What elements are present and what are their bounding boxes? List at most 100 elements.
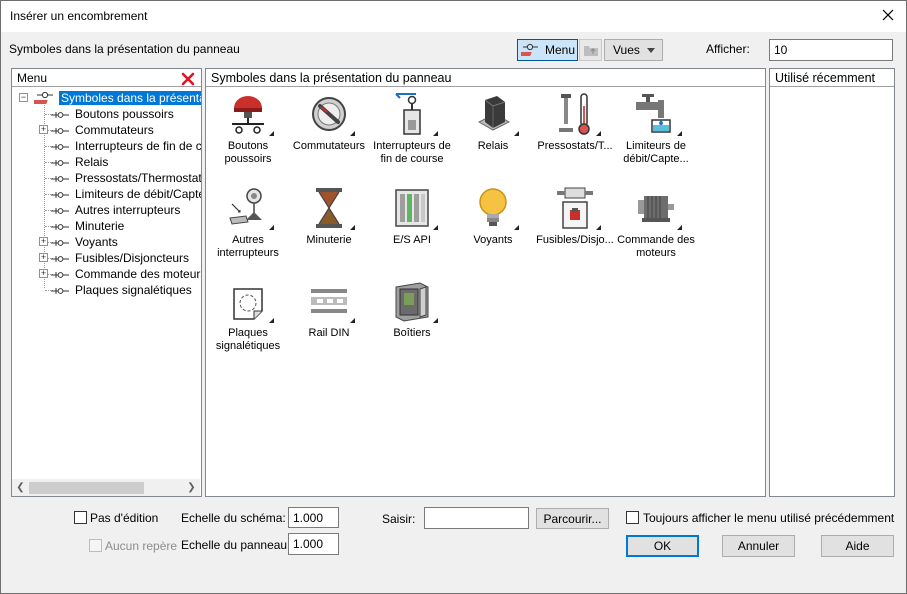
close-window-button[interactable] [878,4,898,26]
symbol-tile-label: Relais [477,140,509,152]
symbol-node-icon [50,237,70,247]
symbol-tile[interactable]: Minuterie [287,186,371,247]
tree-item[interactable]: Voyants [50,234,120,250]
symbols-panel-header: Symboles dans la présentation du panneau [206,69,765,87]
tree-item[interactable]: Interrupteurs de fin de cour [50,138,201,154]
symbol-tile-label: Boîtiers [393,327,431,339]
tree-item[interactable]: Autres interrupteurs [50,202,182,218]
symbol-tile[interactable]: Boutons poussoirs [206,92,290,166]
title-bar: Insérer un encombrement [1,1,906,32]
tree-item[interactable]: Minuterie [50,218,126,234]
tree-item[interactable]: Pressostats/Thermostats [50,170,201,186]
tree-item-label: Autres interrupteurs [75,203,181,217]
collapse-minus-icon[interactable]: − [19,93,28,102]
schema-scale-input[interactable]: 1.000 [288,507,339,528]
menu-button[interactable]: Menu [517,39,578,61]
tree-item-label: Boutons poussoirs [75,107,174,121]
tree-item-label: Relais [75,155,109,169]
symbol-tile[interactable]: E/S API [370,186,454,247]
close-icon [181,72,195,86]
symbol-node-icon [50,125,70,135]
symbol-node-icon [50,221,70,231]
no-marker-checkbox[interactable] [89,539,102,552]
tree-item[interactable]: Plaques signalétiques [50,282,194,298]
submenu-corner-icon [514,225,519,230]
hourglass-icon [307,186,355,230]
tree-item-label: Fusibles/Disjoncteurs [75,251,190,265]
no-edit-checkbox[interactable] [74,511,87,524]
thermometer-icon [553,92,601,136]
din-rail-icon [307,279,355,323]
cancel-button[interactable]: Annuler [722,535,795,557]
submenu-corner-icon [350,318,355,323]
tree-item[interactable]: Commande des moteurs [50,266,201,282]
symbol-tile[interactable]: Voyants [451,186,535,247]
submenu-corner-icon [596,131,601,136]
show-count-input[interactable]: 10 [769,39,893,61]
close-menu-button[interactable] [181,72,195,86]
submenu-corner-icon [433,131,438,136]
expand-plus-icon[interactable]: + [39,253,48,262]
submenu-corner-icon [677,225,682,230]
submenu-corner-icon [433,225,438,230]
scroll-left-arrow-icon[interactable]: ❮ [12,480,29,496]
limit-switch-icon [390,92,438,136]
tree-item[interactable]: Fusibles/Disjoncteurs [50,250,191,266]
symbol-tile[interactable]: Rail DIN [287,279,371,340]
submenu-corner-icon [350,131,355,136]
symbol-tile[interactable]: Pressostats/T... [533,92,617,153]
scrollbar-thumb[interactable] [29,482,144,494]
symbol-tile[interactable]: Fusibles/Disjo... [533,186,617,247]
symbol-folder-icon [32,91,56,105]
submenu-corner-icon [433,318,438,323]
tree-item[interactable]: Symboles dans la présentation [32,90,201,106]
close-icon [882,9,894,21]
ok-button[interactable]: OK [626,535,699,557]
insert-footprint-dialog: Insérer un encombrement Symboles dans la… [0,0,907,594]
submenu-corner-icon [514,131,519,136]
folder-up-icon [583,46,598,56]
symbol-tile[interactable]: Limiteurs de débit/Capte... [614,92,698,166]
help-button[interactable]: Aide [821,535,894,557]
show-count-label: Afficher: [706,42,750,56]
enclosure-icon [390,279,438,323]
symbols-panel: Symboles dans la présentation du panneau… [205,68,766,497]
symbols-panel-title: Symboles dans la présentation du panneau [211,71,452,85]
tree-item[interactable]: Relais [50,154,110,170]
symbol-node-icon [50,253,70,263]
panel-scale-label: Echelle du panneau: [181,538,291,552]
symbol-tile[interactable]: Plaques signalétiques [206,279,290,353]
symbol-tile-label: Interrupteurs de fin de course [373,140,451,165]
symbol-tile[interactable]: Relais [451,92,535,153]
scroll-right-arrow-icon[interactable]: ❯ [183,480,200,496]
tree-item[interactable]: Boutons poussoirs [50,106,176,122]
symbol-node-icon [50,285,70,295]
symbol-tile-label: Boutons poussoirs [224,140,272,165]
symbol-tile[interactable]: Interrupteurs de fin de course [370,92,454,166]
symbol-tile-label: Fusibles/Disjo... [536,234,614,246]
symbol-tile-label: Minuterie [306,234,352,246]
tree-item[interactable]: Limiteurs de débit/Capteurs [50,186,201,202]
panel-scale-input[interactable]: 1.000 [288,533,339,555]
expand-plus-icon[interactable]: + [39,125,48,134]
submenu-corner-icon [350,225,355,230]
always-show-checkbox[interactable] [626,511,639,524]
expand-plus-icon[interactable]: + [39,269,48,278]
symbol-tile[interactable]: Autres interrupteurs [206,186,290,260]
symbol-tile[interactable]: Commande des moteurs [614,186,698,260]
menu-tree-horizontal-scrollbar[interactable]: ❮ ❯ [12,479,200,496]
other-switch-icon [226,186,274,230]
folder-up-button[interactable] [579,39,602,61]
views-button-label: Vues [613,43,640,57]
expand-plus-icon[interactable]: + [39,237,48,246]
symbol-tile-label: Voyants [473,234,513,246]
views-dropdown-button[interactable]: Vues [604,39,663,61]
symbol-tile[interactable]: Boîtiers [370,279,454,340]
enter-input[interactable] [424,507,529,529]
browse-button[interactable]: Parcourir... [536,508,609,529]
tree-item[interactable]: Commutateurs [50,122,156,138]
symbol-node-icon [50,269,70,279]
symbol-tile[interactable]: Commutateurs [287,92,371,153]
tree-item-label: Limiteurs de débit/Capteurs [75,187,201,201]
tree-item-label: Interrupteurs de fin de cour [75,139,201,153]
